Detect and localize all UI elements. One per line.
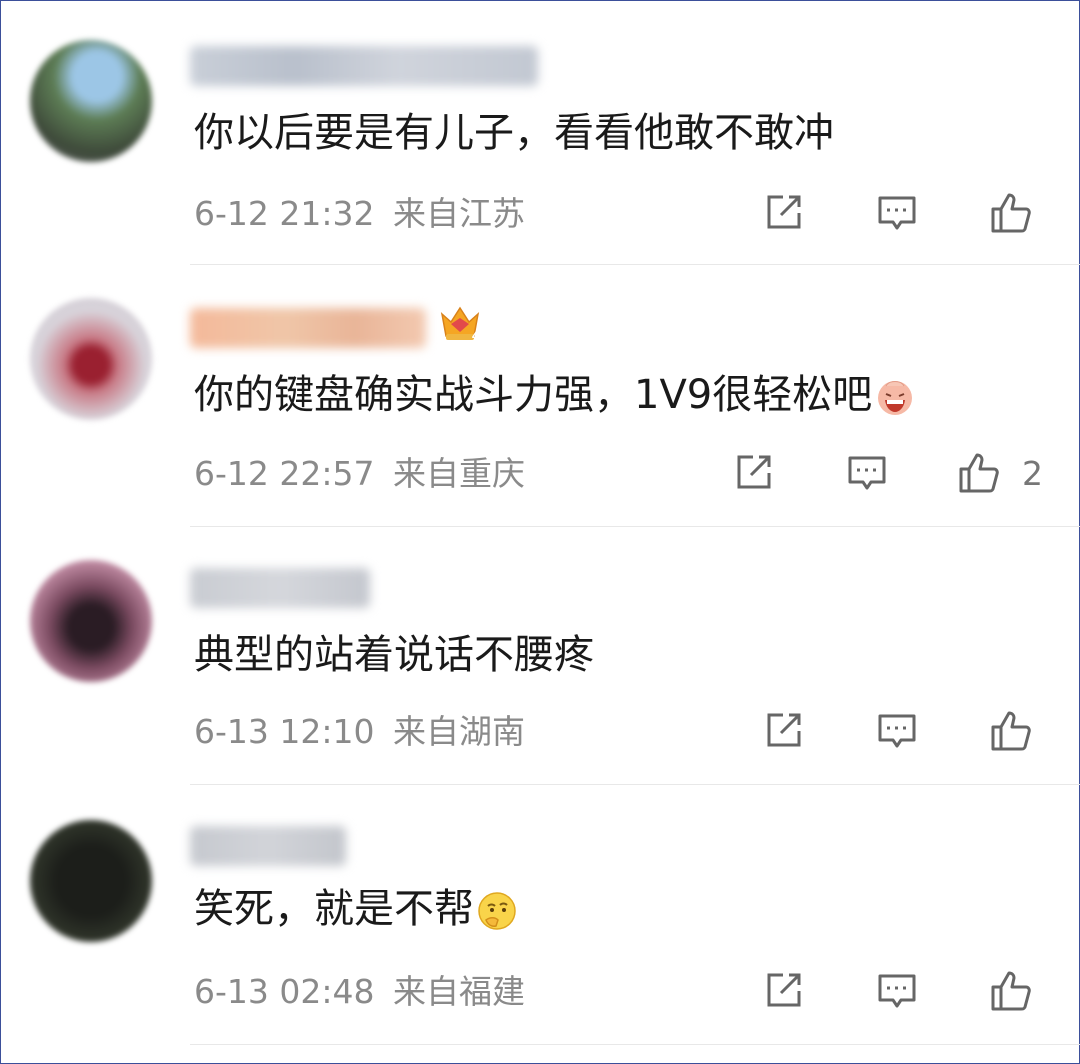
comment-icon <box>878 196 916 230</box>
like-button[interactable] <box>988 190 1034 236</box>
reply-button[interactable] <box>874 190 920 236</box>
like-button[interactable] <box>956 450 1002 496</box>
share-icon <box>737 455 771 489</box>
comment-location: 来自江苏 <box>393 194 525 233</box>
comment-item: 典型的站着说话不腰疼 6-13 12:10 来自湖南 <box>0 522 1080 785</box>
avatar[interactable] <box>30 560 152 682</box>
laughing-emoji <box>874 376 916 418</box>
username-blurred[interactable] <box>190 826 346 866</box>
username-blurred[interactable] <box>190 568 370 608</box>
comment-text: 典型的站着说话不腰疼 <box>194 632 594 678</box>
comment-text: 你以后要是有儿子，看看他敢不敢冲 <box>194 110 834 156</box>
comment-time: 6-13 02:48 <box>194 972 375 1011</box>
comment-item: 笑死，就是不帮 6-13 02:48 来自福建 <box>0 782 1080 1045</box>
reply-button[interactable] <box>874 968 920 1014</box>
thumbs-up-icon <box>991 971 1031 1011</box>
vip-crown-badge: 4 <box>438 300 482 344</box>
comment-text-content: 笑死，就是不帮 <box>194 886 474 932</box>
avatar[interactable] <box>30 40 152 162</box>
comment-time: 6-13 12:10 <box>194 712 375 751</box>
comment-text-content: 你的键盘确实战斗力强，1V9很轻松吧 <box>194 372 873 418</box>
avatar[interactable] <box>30 820 152 942</box>
share-button[interactable] <box>760 968 806 1014</box>
comment-location: 来自重庆 <box>393 454 525 493</box>
like-button[interactable] <box>988 968 1034 1014</box>
comment-meta: 6-13 02:48 来自福建 <box>194 972 525 1012</box>
share-button[interactable] <box>730 450 776 496</box>
share-icon <box>767 973 801 1007</box>
like-button[interactable] <box>988 708 1034 754</box>
thumbs-up-icon <box>991 711 1031 751</box>
username-blurred[interactable] <box>190 308 426 348</box>
share-button[interactable] <box>760 190 806 236</box>
thumbs-up-icon <box>991 193 1031 233</box>
comment-meta: 6-12 21:32 来自江苏 <box>194 194 525 234</box>
comment-location: 来自湖南 <box>393 712 525 751</box>
share-icon <box>767 195 801 229</box>
comment-time: 6-12 22:57 <box>194 454 375 493</box>
divider <box>190 1044 1080 1045</box>
comment-item: 4 你的键盘确实战斗力强，1V9很轻松吧 6-12 22:57 来自重庆 2 <box>0 262 1080 527</box>
comment-icon <box>878 974 916 1008</box>
thumbs-up-icon <box>959 453 999 493</box>
laughing-face-icon <box>878 381 913 415</box>
share-icon <box>767 713 801 747</box>
comment-item: 你以后要是有儿子，看看他敢不敢冲 6-12 21:32 来自江苏 <box>0 0 1080 265</box>
username-blurred[interactable] <box>190 46 538 86</box>
thinking-emoji <box>476 890 518 932</box>
comment-icon <box>878 714 916 748</box>
comment-meta: 6-13 12:10 来自湖南 <box>194 712 525 752</box>
comment-icon <box>848 456 886 490</box>
share-button[interactable] <box>760 708 806 754</box>
badge-number: 4 <box>472 327 480 343</box>
like-count: 2 <box>1022 454 1043 493</box>
comment-location: 来自福建 <box>393 972 525 1011</box>
reply-button[interactable] <box>874 708 920 754</box>
comment-meta: 6-12 22:57 来自重庆 <box>194 454 525 494</box>
comment-text: 笑死，就是不帮 <box>194 884 518 934</box>
reply-button[interactable] <box>844 450 890 496</box>
thinking-face-icon <box>478 892 516 930</box>
comment-time: 6-12 21:32 <box>194 194 375 233</box>
comment-text: 你的键盘确实战斗力强，1V9很轻松吧 <box>194 370 916 420</box>
crown-icon: 4 <box>440 306 480 343</box>
avatar[interactable] <box>30 298 152 420</box>
